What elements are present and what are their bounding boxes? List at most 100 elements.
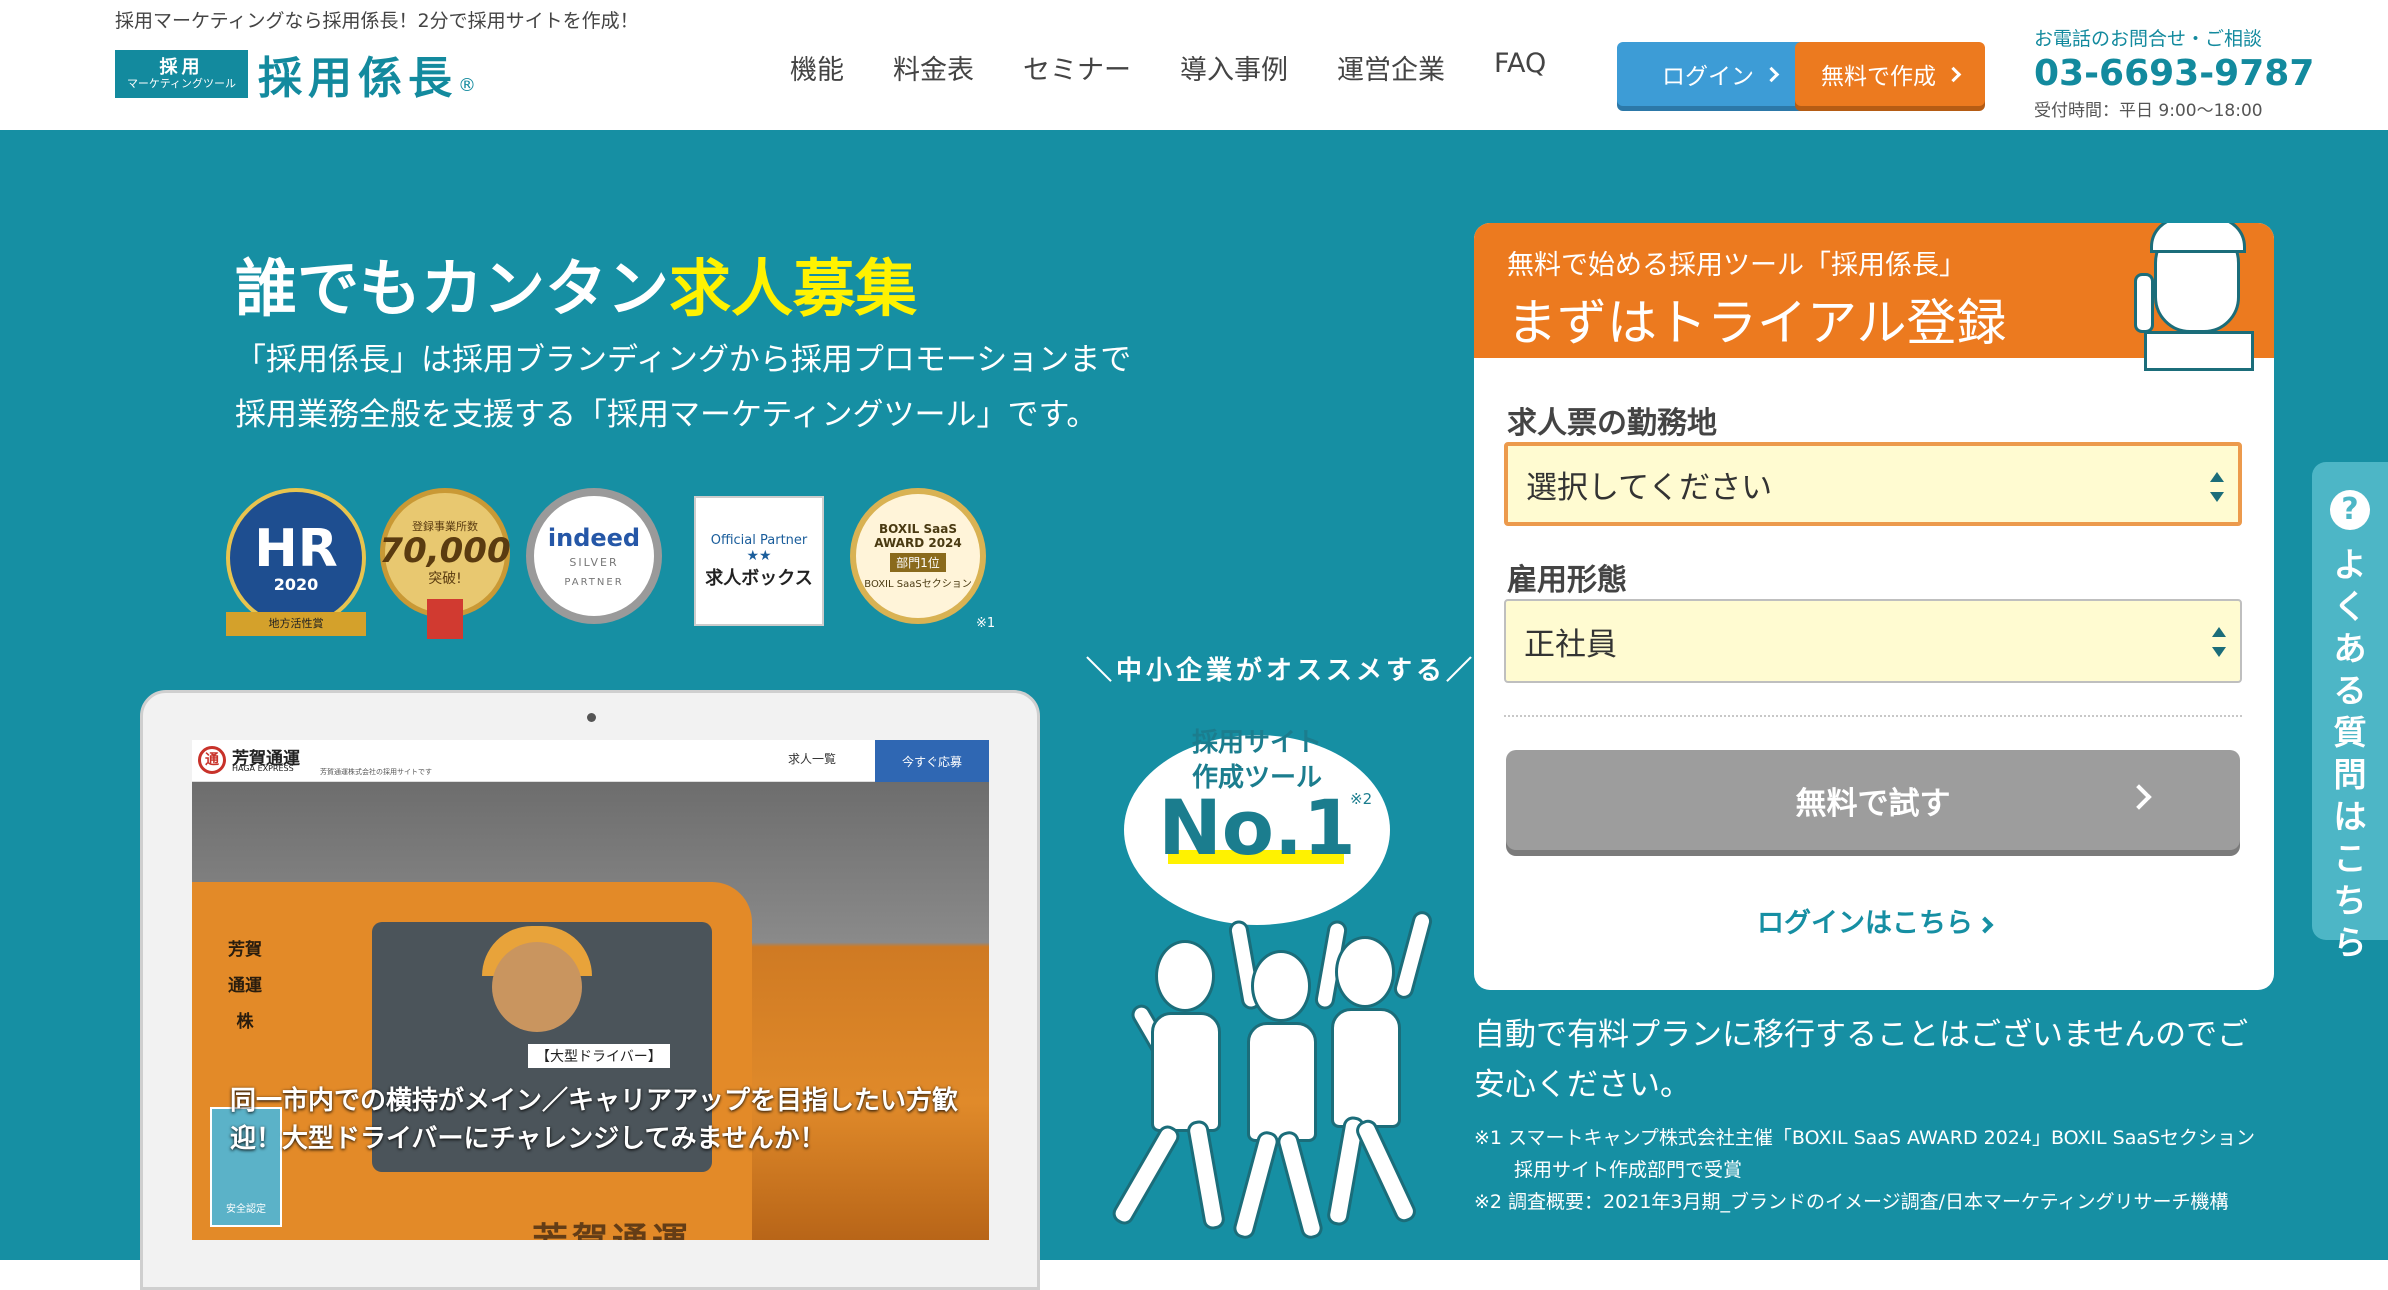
boxil-name: BOXIL SaaS: [879, 522, 957, 536]
no-auto-upgrade-notice: 自動で有料プランに移行することはございませんのでご安心ください。: [1474, 1017, 2249, 1103]
chevron-right-icon: [2126, 784, 2152, 810]
chevron-right-icon: [1945, 66, 1962, 82]
footnotes: ※1 スマートキャンプ株式会社主催「BOXIL SaaS AWARD 2024」…: [1474, 1122, 2334, 1218]
logo-badge: 採用 マーケティングツール: [115, 50, 248, 98]
employment-type-label: 雇用形態: [1507, 563, 1627, 598]
hero-desc-line2: 採用業務全般を支援する「採用マーケティングツール」です。: [235, 397, 1098, 433]
ribbon-icon: [427, 599, 463, 639]
person-body: [1331, 1008, 1401, 1128]
select-arrows-icon: [2212, 627, 2226, 657]
boxil-section: BOXIL SaaSセクション: [864, 579, 972, 590]
location-select[interactable]: 選択してください: [1504, 442, 2242, 526]
nav-case-studies[interactable]: 導入事例: [1180, 48, 1288, 87]
person-body: [1151, 1012, 1221, 1132]
person-head: [1155, 940, 1215, 1012]
logo[interactable]: 採用 マーケティングツール 採用係長 ®: [115, 46, 476, 104]
tagline: 採用マーケティングなら採用係長！2分で採用サイトを作成！: [115, 10, 639, 32]
person-body: [1247, 1022, 1317, 1142]
count-badge-value: 70,000: [379, 531, 511, 571]
registration-count-badge: 登録事業所数 70,000 突破!: [379, 488, 511, 639]
hr-badge-ribbon: 地方活性賞: [226, 612, 366, 636]
mascot-body: [2144, 331, 2254, 371]
person-arm: [1391, 908, 1435, 1002]
faq-tab-label: よくある質問はこちら: [2333, 545, 2367, 962]
sample-logo-icon: 通: [198, 746, 226, 774]
nav-pricing[interactable]: 料金表: [893, 48, 974, 87]
kyujin-box-badge: Official Partner ★★ 求人ボックス: [694, 496, 824, 626]
sample-site-subtitle: 芳賀通運株式会社の採用サイトです: [320, 768, 432, 776]
hero-headline-pre: 誰でもカンタン: [235, 252, 670, 325]
hr-badge-year: 2020: [273, 574, 319, 594]
truck-lettering: 芳賀通運: [532, 1212, 692, 1240]
login-here-link[interactable]: ログインはこちら: [1474, 901, 2274, 940]
person-leg: [1352, 1116, 1420, 1226]
person-head: [1335, 936, 1395, 1008]
person-leg: [1275, 1129, 1325, 1241]
footnote-mark-1: ※1: [976, 616, 996, 631]
chevron-right-icon: [1763, 66, 1780, 82]
nav-company[interactable]: 運営企業: [1337, 48, 1445, 87]
indeed-name: indeed: [547, 524, 641, 552]
employment-type-select[interactable]: 正社員: [1504, 599, 2242, 683]
logo-badge-top: 採用: [159, 56, 204, 78]
boxil-rank: 部門1位: [890, 553, 946, 572]
hero-desc-line1: 「採用係長」は採用ブランディングから採用プロモーションまで: [235, 342, 1132, 378]
driver-figure: [492, 942, 582, 1032]
login-button[interactable]: ログイン: [1617, 42, 1822, 106]
sample-job-list-link: 求人一覧: [788, 752, 837, 766]
hr-award-badge: HR 2020 地方活性賞: [226, 488, 366, 636]
login-here-label: ログインはこちら: [1757, 908, 1973, 939]
speech-line1: 採用サイト: [1191, 728, 1322, 758]
create-free-button[interactable]: 無料で作成: [1795, 42, 1985, 106]
faq-side-tab[interactable]: ? よくある質問はこちら: [2312, 462, 2388, 962]
truck-vertical-lettering: 芳賀通運株: [228, 940, 262, 1032]
count-badge-sub: 突破!: [428, 571, 462, 587]
cheering-people-illustration: [1085, 908, 1435, 1250]
form-title: まずはトライアル登録: [1507, 294, 2007, 352]
person-leg: [1231, 1129, 1281, 1241]
hero-headline-highlight: 求人募集: [669, 252, 918, 325]
person-head: [1251, 950, 1311, 1022]
try-free-button[interactable]: 無料で試す: [1506, 750, 2240, 850]
select-arrows-icon: [2210, 472, 2224, 502]
boxil-award: AWARD 2024: [874, 536, 962, 550]
question-icon: ?: [2330, 490, 2370, 530]
nav-faq[interactable]: FAQ: [1494, 48, 1546, 87]
contact-hours: 受付時間：平日 9:00〜18:00: [2034, 101, 2263, 121]
main-nav: 機能 料金表 セミナー 導入事例 運営企業 FAQ: [790, 48, 1595, 87]
site-header: 採用マーケティングなら採用係長！2分で採用サイトを作成！ 採用 マーケティングツ…: [0, 0, 2388, 130]
form-header: 無料で始める採用ツール「採用係長」 まずはトライアル登録: [1474, 223, 2274, 371]
employment-select-value: 正社員: [1524, 626, 1617, 663]
chevron-right-icon: [1976, 916, 1994, 933]
hero-headline: 誰でもカンタン求人募集: [235, 238, 917, 328]
sample-site-name-en: HAGA EXPRESS: [232, 764, 294, 773]
indeed-partner: PARTNER: [564, 577, 624, 588]
login-button-label: ログイン: [1662, 64, 1754, 90]
indeed-partner-badge: indeed SILVER PARTNER: [526, 488, 662, 624]
trial-form-card: 無料で始める採用ツール「採用係長」 まずはトライアル登録 求人票の勤務地 選択し…: [1474, 223, 2274, 990]
sample-job-tag: 【大型ドライバー】: [528, 1044, 670, 1068]
laptop-screen: 通 芳賀通運 HAGA EXPRESS 芳賀通運株式会社の採用サイトです 求人一…: [192, 740, 989, 1240]
footnote-1-line1: ※1 スマートキャンプ株式会社主催「BOXIL SaaS AWARD 2024」…: [1474, 1127, 2256, 1149]
hr-badge-main: HR: [254, 518, 338, 579]
contact-info: お電話のお問合せ・ご相談 03-6693-9787 受付時間：平日 9:00〜1…: [2034, 24, 2314, 121]
nav-features[interactable]: 機能: [790, 48, 844, 87]
contact-label: お電話のお問合せ・ご相談: [2034, 28, 2263, 50]
mascot-hair: [2150, 223, 2246, 253]
location-label: 求人票の勤務地: [1507, 406, 1717, 441]
location-select-value: 選択してください: [1526, 469, 1773, 506]
footnote-1-line2: 採用サイト作成部門で受賞: [1514, 1159, 1743, 1181]
mascot-illustration: [2134, 223, 2254, 371]
nav-seminar[interactable]: セミナー: [1023, 48, 1131, 87]
contact-phone[interactable]: 03-6693-9787: [2034, 53, 2314, 94]
form-subtitle: 無料で始める採用ツール「採用係長」: [1507, 250, 1966, 281]
sample-job-title: 同一市内での横持がメイン／キャリアアップを目指したい方歓迎！大型ドライバーにチャ…: [230, 1086, 959, 1154]
logo-text: 採用係長: [258, 53, 458, 104]
kyujin-partner: Official Partner: [710, 532, 808, 548]
pointing-finger-icon: [2134, 273, 2154, 333]
sample-apply-button: 今すぐ応募: [875, 740, 989, 782]
registered-mark: ®: [458, 75, 476, 96]
form-divider: [1504, 715, 2242, 717]
person-leg: [1108, 1121, 1184, 1229]
person-leg: [1185, 1118, 1227, 1232]
